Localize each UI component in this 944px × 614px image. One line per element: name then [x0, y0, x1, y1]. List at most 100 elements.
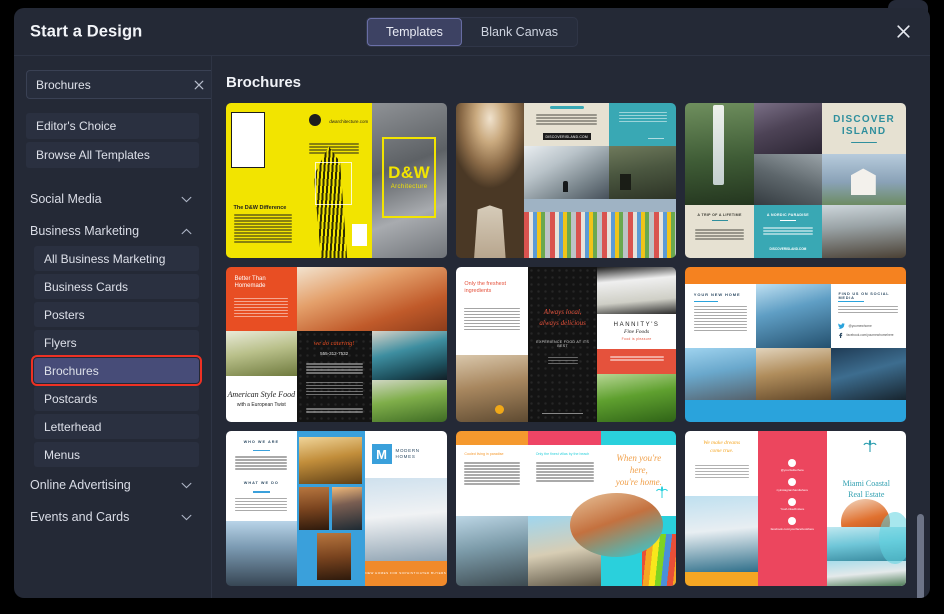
palm-tree-icon: [655, 486, 668, 498]
sidebar-item-letterhead[interactable]: Letterhead: [34, 414, 199, 439]
template-card-dw-architecture[interactable]: The D&W Difference dwarchitecture.com D&…: [226, 103, 447, 258]
template-tagline: EXPERIENCE FOOD AT ITS BEST: [536, 339, 590, 348]
sidebar-item-all-business-marketing[interactable]: All Business Marketing: [34, 246, 199, 271]
sidebar-item-posters[interactable]: Posters: [34, 302, 199, 327]
nav-group-social-media: Social Media: [26, 184, 199, 214]
template-grid: The D&W Difference dwarchitecture.com D&…: [212, 103, 930, 586]
template-brand-line-2: ISLAND: [841, 126, 887, 138]
group-label: Events and Cards: [30, 510, 130, 524]
template-script-2: with a European Twist: [236, 402, 286, 409]
template-panel-1: A TRIP OF A LIFETIME: [697, 212, 742, 217]
app-root: Start a Design Templates Blank Canvas Br…: [0, 0, 944, 614]
sidebar-item-business-cards[interactable]: Business Cards: [34, 274, 199, 299]
template-brand-1: MODERN: [395, 447, 420, 453]
template-card-iceland-travel[interactable]: DISCOVERISLAND.COM: [455, 103, 677, 258]
template-social-4: facebook.com/yourfacebookhere: [770, 526, 815, 531]
close-button[interactable]: [890, 19, 916, 45]
template-headline: Better Than Homemade: [234, 275, 266, 290]
sidebar-item-editors-choice[interactable]: Editor's Choice: [26, 113, 199, 139]
group-header-social-media[interactable]: Social Media: [26, 184, 199, 214]
sidebar-item-postcards[interactable]: Postcards: [34, 386, 199, 411]
clear-search-button[interactable]: [191, 77, 206, 92]
nav-group-events-and-cards: Events and Cards: [26, 502, 199, 532]
template-card-modern-homes[interactable]: WHO WE ARE WHAT WE DO M MODERN HOMES NEW…: [226, 431, 447, 586]
template-headline-1: WHO WE ARE: [243, 439, 279, 444]
template-brand: D&W: [388, 163, 431, 183]
template-thumbnail: YOUR NEW HOME FIND US ON SOCIAL MEDIA @y…: [685, 267, 906, 422]
template-headline-2: come true.: [710, 447, 734, 454]
sidebar-item-brochures[interactable]: Brochures: [31, 355, 202, 386]
template-script-2: always delicious: [539, 318, 586, 327]
template-panel-2: A NORDIC PARADISE: [766, 212, 809, 217]
template-headline-2: FIND US ON SOCIAL MEDIA: [838, 291, 890, 300]
facebook-icon: [839, 333, 843, 339]
group-header-events-and-cards[interactable]: Events and Cards: [26, 502, 199, 532]
instagram-icon: [788, 478, 797, 487]
chevron-down-icon: [181, 196, 192, 202]
tab-templates[interactable]: Templates: [366, 17, 462, 46]
quick-links: Editor's Choice Browse All Templates: [26, 113, 199, 168]
template-card-miami-coastal[interactable]: We make dreams come true. @yourtwitterhe…: [685, 431, 906, 586]
group-header-online-advertising[interactable]: Online Advertising: [26, 470, 199, 500]
template-logo: M: [371, 444, 392, 465]
group-label: Social Media: [30, 192, 102, 206]
template-card-hannitys-fine-foods[interactable]: Only the freshest ingredients Always loc…: [455, 267, 677, 422]
template-thumbnail: The D&W Difference dwarchitecture.com D&…: [226, 103, 447, 258]
template-contact: dwarchitecture.com: [329, 118, 369, 124]
template-thumbnail: Only the freshest ingredients Always loc…: [455, 267, 677, 422]
main-scrollbar-thumb[interactable]: [917, 514, 924, 598]
template-card-discover-island[interactable]: DISCOVER ISLAND A TRIP OF A LIFETIME A N…: [685, 103, 906, 258]
template-card-when-youre-here[interactable]: Cooled living in paradise Only the fines…: [455, 431, 677, 586]
sidebar-item-browse-all-templates[interactable]: Browse All Templates: [26, 142, 199, 168]
template-script-1: American Style Food: [227, 390, 296, 400]
template-site: DISCOVERISLAND.COM: [545, 134, 588, 139]
template-headline-1: Cooled living in paradise: [464, 452, 504, 457]
main-scrollbar[interactable]: [917, 114, 924, 598]
mode-tab-group: Templates Blank Canvas: [365, 16, 579, 47]
template-brand-2: HOMES: [395, 454, 416, 460]
template-thumbnail: We make dreams come true. @yourtwitterhe…: [685, 431, 906, 586]
twitter-icon: [788, 458, 797, 467]
template-social-1: @yournewhome: [848, 324, 872, 329]
main-content: Brochures The D&W Difference dwarchitect…: [212, 56, 930, 598]
template-social-2: nyinstagramhandlehere: [776, 487, 809, 492]
tab-blank-canvas[interactable]: Blank Canvas: [462, 18, 577, 46]
template-headline: Only the freshest ingredients: [464, 281, 506, 295]
template-thumbnail: WHO WE ARE WHAT WE DO M MODERN HOMES NEW…: [226, 431, 447, 586]
template-thumbnail: DISCOVERISLAND.COM: [455, 103, 677, 258]
sidebar-item-flyers[interactable]: Flyers: [34, 330, 199, 355]
group-label: Online Advertising: [30, 478, 131, 492]
search-input[interactable]: [36, 77, 191, 92]
modal-header: Start a Design Templates Blank Canvas: [14, 8, 930, 56]
template-thumbnail: Cooled living in paradise Only the fines…: [455, 431, 677, 586]
modal-body: Editor's Choice Browse All Templates Soc…: [14, 56, 930, 598]
template-card-your-new-home[interactable]: YOUR NEW HOME FIND US ON SOCIAL MEDIA @y…: [685, 267, 906, 422]
template-phone: 555-312-7532: [320, 350, 349, 356]
template-headline-1: YOUR NEW HOME: [693, 291, 741, 297]
chevron-up-icon: [181, 228, 192, 234]
palm-tree-icon: [862, 439, 877, 452]
twitter-icon: [838, 323, 846, 330]
search-row: [26, 70, 211, 99]
template-brand-2: Real Estate: [848, 489, 885, 499]
group-label: Business Marketing: [30, 224, 140, 238]
template-social-3: YourLinkedInHere: [780, 507, 805, 512]
close-icon: [194, 80, 203, 89]
template-brand: HANNITY'S: [613, 321, 660, 328]
template-catering: we do catering!: [313, 339, 355, 347]
template-brand-1: Miami Coastal: [842, 478, 890, 488]
template-headline-2: WHAT WE DO: [243, 481, 279, 486]
template-script-1: Always local,: [543, 308, 582, 317]
template-headline-2: Only the finest villas by the beach: [535, 452, 590, 457]
sidebar-item-menus[interactable]: Menus: [34, 442, 199, 467]
template-brand-script: Fine Foods: [623, 329, 650, 336]
template-brand-sub: Architecture: [390, 184, 428, 191]
template-card-better-than-homemade[interactable]: Better Than Homemade American Style Food: [226, 267, 447, 422]
nav-group-online-advertising: Online Advertising: [26, 470, 199, 500]
group-header-business-marketing[interactable]: Business Marketing: [26, 216, 199, 246]
template-brand-sub: Food is pleasure: [621, 336, 652, 341]
template-social-1: @yourtwitterhere: [780, 468, 804, 473]
search-field[interactable]: [26, 70, 211, 99]
chevron-down-icon: [181, 482, 192, 488]
template-social-2: facebook.com/yournewhomehere: [846, 333, 894, 338]
